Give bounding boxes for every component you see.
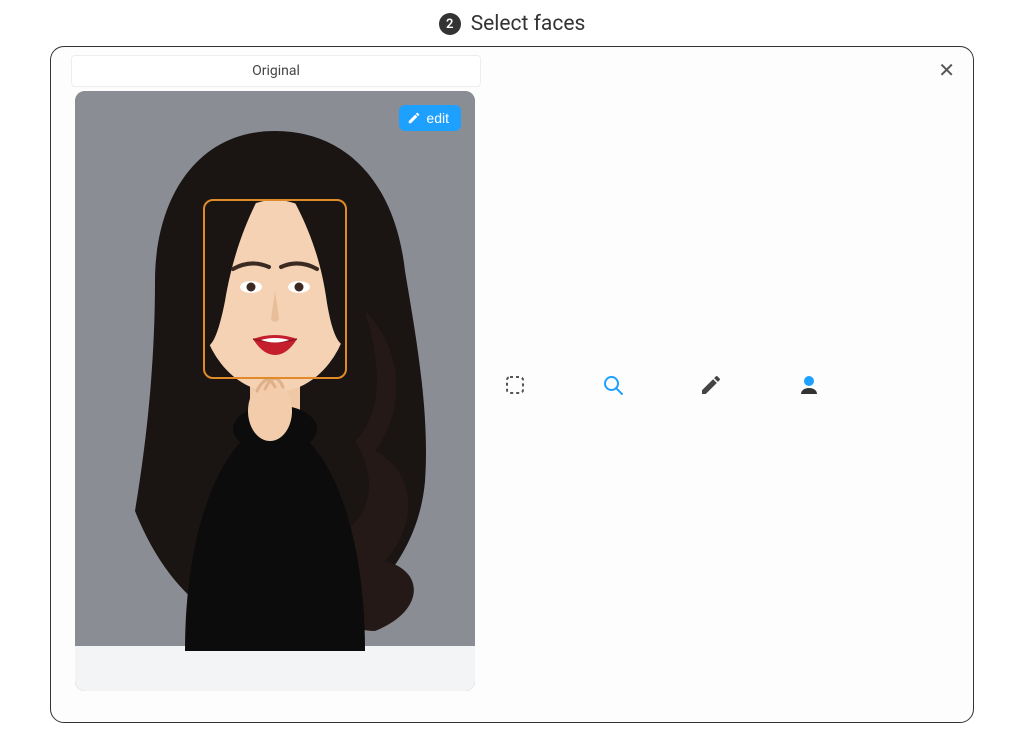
person-icon bbox=[797, 373, 821, 397]
close-button[interactable]: ✕ bbox=[934, 57, 959, 85]
edit-button-label: edit bbox=[426, 110, 449, 126]
pencil-icon bbox=[407, 111, 421, 125]
step-header: 2 Select faces bbox=[0, 0, 1024, 46]
step-number: 2 bbox=[446, 17, 453, 32]
pencil-tool-button[interactable] bbox=[697, 371, 725, 399]
page-title: Select faces bbox=[471, 12, 586, 36]
face-tool-button[interactable] bbox=[795, 371, 823, 399]
dashed-square-icon bbox=[503, 373, 527, 397]
pencil-icon bbox=[699, 373, 723, 397]
original-image: edit bbox=[75, 91, 475, 691]
edit-button[interactable]: edit bbox=[399, 105, 461, 131]
tab-original[interactable]: Original bbox=[72, 56, 480, 86]
step-number-badge: 2 bbox=[439, 13, 461, 35]
image-tabs: Original bbox=[71, 55, 481, 87]
select-tool-button[interactable] bbox=[501, 371, 529, 399]
zoom-tool-button[interactable] bbox=[599, 371, 627, 399]
editor-panel: ✕ Original bbox=[50, 46, 974, 723]
right-toolbar bbox=[501, 371, 823, 399]
portrait-illustration bbox=[75, 91, 475, 691]
magnifier-icon bbox=[601, 373, 625, 397]
close-icon: ✕ bbox=[938, 60, 955, 82]
face-selection-box[interactable] bbox=[203, 199, 347, 379]
